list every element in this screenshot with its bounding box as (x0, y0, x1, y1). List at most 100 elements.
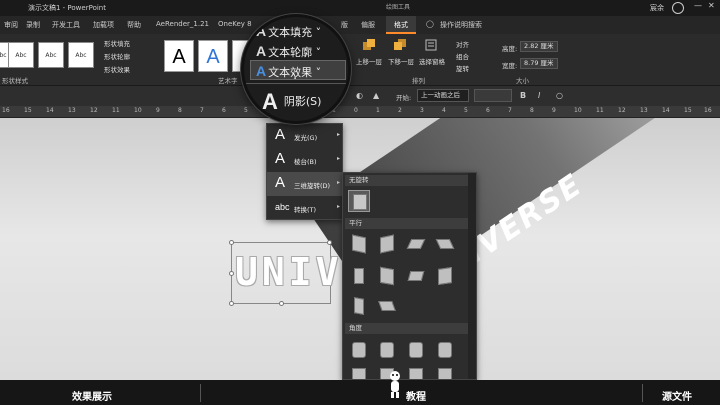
group-label-wordart: 艺术字 (218, 77, 238, 85)
shape-outline-button[interactable]: 形状轮廓 (104, 51, 130, 61)
menu-item-transform[interactable]: abc 转换(T) ▸ (267, 196, 344, 220)
rotation-preset[interactable] (376, 295, 398, 317)
align-button[interactable]: 对齐 (456, 39, 469, 49)
gallery-scrollbar[interactable] (468, 173, 476, 379)
resize-handle[interactable] (229, 271, 234, 276)
shape-style-swatch[interactable]: Abc (68, 42, 94, 68)
menu-item-3d-rotation[interactable]: A 三维旋转(D) ▸ (267, 172, 344, 196)
shape-effects-button[interactable]: 形状效果 (104, 64, 130, 74)
tab-aerender[interactable]: AeRender_1.21 (156, 20, 209, 28)
tab-view[interactable]: 版 (341, 20, 348, 30)
user-name[interactable]: 宸余 (650, 3, 664, 13)
resize-handle[interactable] (229, 301, 234, 306)
width-input[interactable]: 8.79 厘米 (520, 58, 558, 69)
lens-divider (244, 83, 348, 84)
rotation-preset[interactable] (348, 365, 370, 379)
menu-item-label: 棱台(B) (294, 158, 317, 166)
3d-rotation-icon: A (275, 174, 286, 191)
rotation-preset[interactable] (376, 233, 398, 255)
title-bar: 演示文稿1 - PowerPoint 绘图工具 宸余 — ✕ (0, 0, 720, 16)
menu-item-glow[interactable]: A 发光(G) ▸ (267, 124, 344, 148)
rotation-preset-none[interactable] (348, 190, 370, 212)
shape-fill-button[interactable]: 形状填充 (104, 38, 130, 48)
bring-forward-button[interactable]: 上移一层 (356, 56, 382, 66)
rotation-preset[interactable] (434, 233, 456, 255)
rotation-preset[interactable] (376, 339, 398, 361)
duration-input[interactable] (474, 89, 512, 102)
rotation-preset[interactable] (376, 265, 398, 287)
avatar[interactable] (672, 2, 684, 14)
ruler-tick: 10 (574, 107, 582, 114)
ruler-tick: 6 (486, 107, 490, 114)
section-parallel: 平行 (345, 218, 468, 229)
ruler-tick: 11 (112, 107, 120, 114)
text-effects-button[interactable]: A 文本效果 ˅ (256, 63, 321, 80)
ruler-tick: 8 (530, 107, 534, 114)
ribbon: Abc Abc Abc Abc 形状填充 形状轮廓 形状效果 形状样式 A A … (0, 34, 720, 86)
wordart-style-black[interactable]: A (164, 40, 194, 72)
glow-icon: A (275, 126, 286, 143)
shape-style-swatch[interactable]: Abc (8, 42, 34, 68)
tell-me-search[interactable]: 操作说明搜索 (440, 20, 482, 30)
magnifier-callout: A 文本填充 ˅ A 文本轮廓 ˅ A 文本效果 ˅ A 阴影(S) (241, 14, 351, 124)
rotation-preset[interactable] (348, 295, 370, 317)
group-button[interactable]: 组合 (456, 51, 469, 61)
tab-help[interactable]: 帮助 (127, 20, 141, 30)
menu-item-bevel[interactable]: A 棱台(B) ▸ (267, 148, 344, 172)
chevron-down-icon: ˅ (315, 46, 322, 59)
animation-start-dropdown[interactable]: 上一动画之后 (417, 89, 469, 102)
shape-style-swatch[interactable]: Abc (38, 42, 64, 68)
ruler-tick: 10 (134, 107, 142, 114)
selection-pane-button[interactable]: 选择窗格 (419, 56, 445, 66)
rotation-preset[interactable] (405, 365, 427, 379)
start-label: 开始: (396, 94, 412, 102)
tab-picture[interactable]: 偏服 (361, 20, 375, 30)
text-color-icon[interactable]: ▲ (373, 91, 379, 100)
ruler-tick: 3 (420, 107, 424, 114)
tab-record[interactable]: 录制 (26, 20, 40, 30)
ruler-tick: 16 (2, 107, 10, 114)
tab-developer[interactable]: 开发工具 (52, 20, 80, 30)
tab-review[interactable]: 审阅 (4, 20, 18, 30)
tab-format[interactable]: 格式 (386, 16, 416, 34)
wordart-style-blue[interactable]: A (198, 40, 228, 72)
resize-handle[interactable] (327, 240, 332, 245)
height-input[interactable]: 2.82 厘米 (520, 41, 558, 52)
ruler-tick: 4 (442, 107, 446, 114)
rotation-preset[interactable] (348, 265, 370, 287)
send-backward-button[interactable]: 下移一层 (388, 56, 414, 66)
italic-button[interactable]: I (538, 91, 540, 100)
tab-addins[interactable]: 加载项 (93, 20, 114, 30)
font-color-icon[interactable]: ○ (556, 91, 563, 100)
format-painter-icon[interactable]: ◐ (356, 91, 363, 100)
text-effects-icon: A (256, 63, 267, 79)
rotate-button[interactable]: 旋转 (456, 63, 469, 73)
rotation-preset[interactable] (434, 265, 456, 287)
bold-button[interactable]: B (520, 91, 526, 100)
rotation-preset[interactable] (348, 339, 370, 361)
mascot-icon (390, 371, 400, 398)
tell-me-icon[interactable]: ◯ (426, 20, 434, 28)
ruler-tick: 14 (46, 107, 54, 114)
text-fill-button[interactable]: A 文本填充 ˅ (256, 23, 321, 40)
effect-demo-link[interactable]: 效果展示 (72, 388, 112, 403)
width-label: 宽度: (502, 62, 518, 70)
text-fill-label: 文本填充 (268, 26, 313, 39)
shadow-menu-item[interactable]: A 阴影(S) (262, 89, 321, 115)
tutorial-link[interactable]: 教程 (406, 388, 426, 403)
minimize-button[interactable]: — (694, 1, 702, 10)
rotation-preset[interactable] (405, 339, 427, 361)
rotation-preset[interactable] (434, 365, 456, 379)
rotation-preset[interactable] (434, 339, 456, 361)
rotation-preset[interactable] (348, 233, 370, 255)
rotation-preset[interactable] (405, 233, 427, 255)
submenu-arrow-icon: ▸ (336, 179, 340, 186)
rotation-preset[interactable] (405, 265, 427, 287)
text-outline-button[interactable]: A 文本轮廓 ˅ (256, 43, 321, 60)
close-button[interactable]: ✕ (708, 1, 715, 10)
text-fill-icon: A (256, 23, 267, 39)
resize-handle[interactable] (229, 240, 234, 245)
tab-onekey[interactable]: OneKey 8 (218, 20, 252, 28)
resize-handle[interactable] (279, 301, 284, 306)
source-file-link[interactable]: 源文件 (662, 388, 692, 403)
